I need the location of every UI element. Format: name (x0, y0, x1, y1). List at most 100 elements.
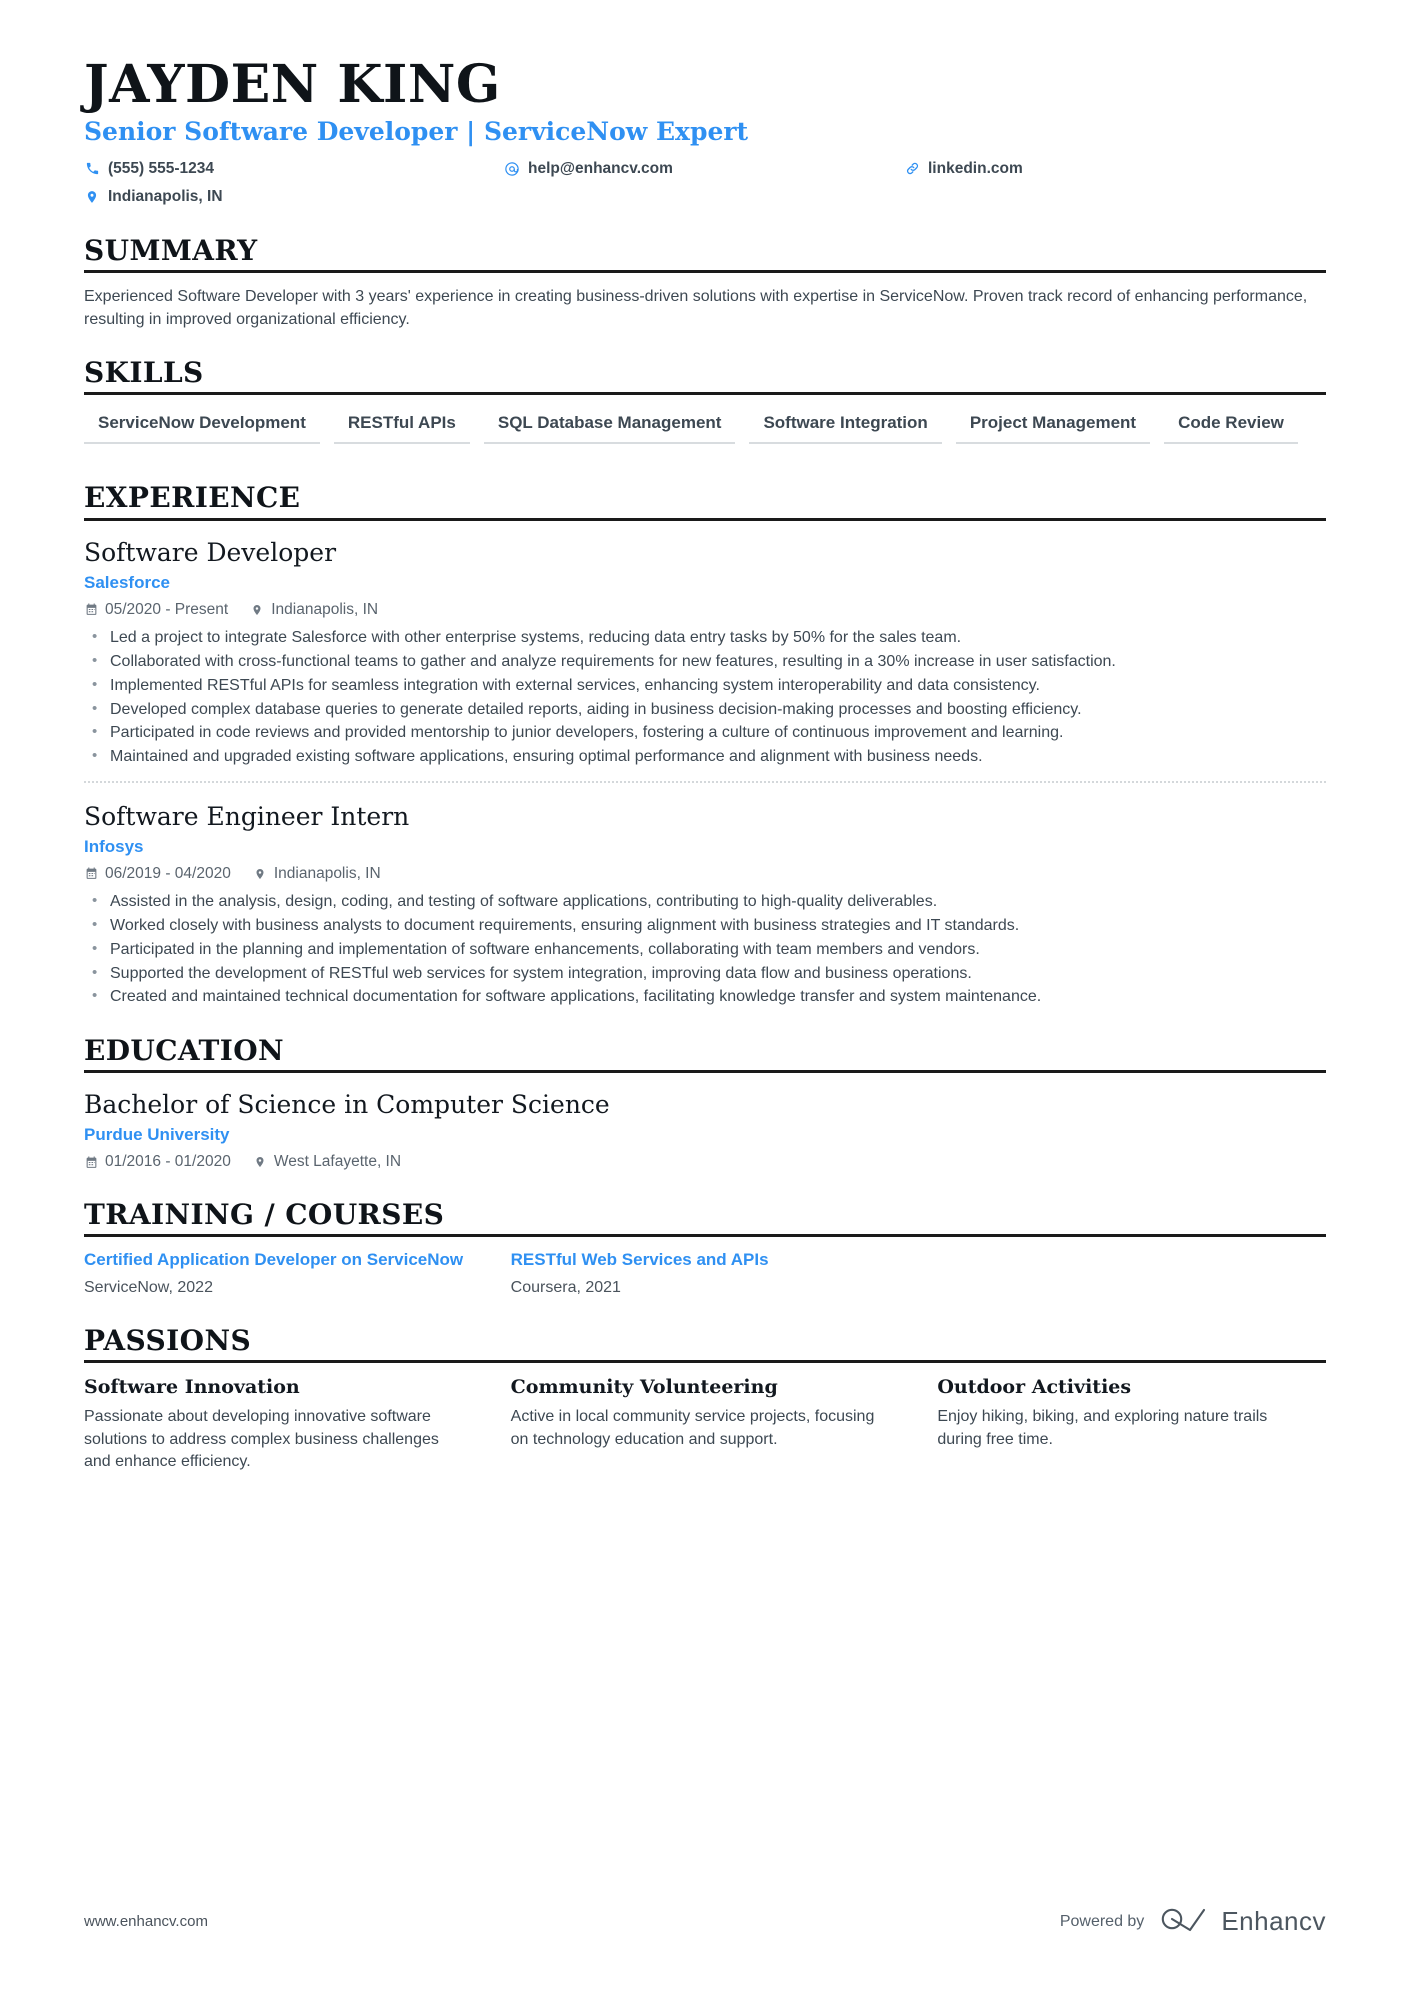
section-heading-passions: PASSIONS (84, 1323, 252, 1357)
passion-title: Community Volunteering (510, 1376, 778, 1399)
job-location-text: Indianapolis, IN (273, 864, 381, 882)
courses-list: Certified Application Developer on Servi… (84, 1249, 1326, 1299)
section-heading-skills: SKILLS (84, 356, 204, 390)
section-rule (84, 1070, 1326, 1074)
professional-tagline: Senior Software Developer | ServiceNow E… (84, 117, 749, 147)
enhancv-mark-icon (1160, 1904, 1212, 1939)
contact-phone-text: (555) 555-1234 (108, 160, 214, 178)
passion-entry: Community Volunteering Active in local c… (511, 1375, 900, 1474)
company-name: Salesforce (84, 572, 170, 592)
resume-header: JAYDEN KING Senior Software Developer | … (84, 56, 1326, 209)
job-bullets: Assisted in the analysis, design, coding… (84, 890, 1326, 1009)
calendar-icon (84, 1155, 98, 1169)
course-title: Certified Application Developer on Servi… (84, 1250, 464, 1270)
contact-email[interactable]: help@enhancv.com (504, 157, 904, 180)
course-entry-empty (937, 1249, 1326, 1299)
bullet-item: Maintained and upgraded existing softwar… (84, 745, 1326, 769)
section-summary: SUMMARY Experienced Software Developer w… (84, 234, 1326, 332)
experience-entry: Software Developer Salesforce 05/2020 - … (84, 533, 1326, 769)
job-location: Indianapolis, IN (250, 599, 378, 621)
entry-meta: 01/2016 - 01/2020 West Lafayette, IN (84, 1151, 1326, 1173)
passion-text: Passionate about developing innovative s… (84, 1407, 439, 1471)
passion-text: Active in local community service projec… (510, 1407, 875, 1448)
section-training: TRAINING / COURSES Certified Application… (84, 1197, 1326, 1299)
bullet-item: Implemented RESTful APIs for seamless in… (84, 674, 1326, 698)
section-rule (84, 1360, 1326, 1364)
section-heading-education: EDUCATION (84, 1034, 285, 1067)
contact-location-text: Indianapolis, IN (108, 188, 223, 206)
contact-location: Indianapolis, IN (84, 185, 504, 208)
job-dates: 06/2019 - 04/2020 (84, 863, 231, 885)
phone-icon (84, 161, 100, 177)
bullet-item: Assisted in the analysis, design, coding… (84, 890, 1326, 914)
location-icon (253, 867, 267, 881)
education-dates-text: 01/2016 - 01/2020 (105, 1153, 231, 1171)
company-name: Infosys (84, 836, 144, 856)
course-provider: ServiceNow, 2022 (84, 1278, 213, 1296)
education-location-text: West Lafayette, IN (273, 1153, 402, 1171)
enhancv-logo: Enhancv (1160, 1904, 1326, 1939)
education-dates: 01/2016 - 01/2020 (84, 1151, 231, 1173)
page-title: JAYDEN KING (84, 54, 501, 115)
section-rule (84, 392, 1326, 396)
summary-text: Experienced Software Developer with 3 ye… (84, 287, 1308, 329)
resume-footer: www.enhancv.com Powered by Enhancv (84, 1904, 1326, 1939)
passion-entry: Software Innovation Passionate about dev… (84, 1375, 473, 1474)
section-heading-training: TRAINING / COURSES (84, 1197, 445, 1231)
passion-text: Enjoy hiking, biking, and exploring natu… (937, 1407, 1268, 1448)
job-location-text: Indianapolis, IN (271, 600, 379, 618)
bullet-item: Created and maintained technical documen… (84, 985, 1326, 1009)
section-experience: EXPERIENCE Software Developer Salesforce… (84, 482, 1326, 1009)
bullet-item: Supported the development of RESTful web… (84, 962, 1326, 986)
section-skills: SKILLS ServiceNow Development RESTful AP… (84, 357, 1326, 456)
passion-title: Software Innovation (84, 1376, 300, 1399)
section-rule (84, 1234, 1326, 1238)
passion-entry: Outdoor Activities Enjoy hiking, biking,… (937, 1375, 1326, 1474)
link-icon (904, 161, 920, 177)
section-passions: PASSIONS Software Innovation Passionate … (84, 1323, 1326, 1474)
resume-page: JAYDEN KING Senior Software Developer | … (0, 0, 1410, 1995)
course-provider: Coursera, 2021 (510, 1278, 621, 1296)
skill-item: SQL Database Management (483, 407, 736, 445)
location-icon (253, 1155, 267, 1169)
job-location: Indianapolis, IN (253, 863, 381, 885)
job-title: Software Engineer Intern (84, 801, 410, 831)
contact-linkedin[interactable]: linkedin.com (904, 157, 1326, 180)
course-entry: RESTful Web Services and APIs Coursera, … (511, 1249, 900, 1299)
bullet-item: Led a project to integrate Salesforce wi… (84, 626, 1326, 650)
job-dates-text: 05/2020 - Present (105, 600, 229, 618)
location-icon (84, 189, 100, 205)
passions-list: Software Innovation Passionate about dev… (84, 1375, 1326, 1474)
education-location: West Lafayette, IN (253, 1151, 401, 1173)
education-entry: Bachelor of Science in Computer Science … (84, 1085, 1326, 1173)
skill-item: RESTful APIs (333, 407, 470, 445)
school-name: Purdue University (84, 1125, 230, 1145)
job-dates-text: 06/2019 - 04/2020 (105, 864, 231, 882)
contact-linkedin-text: linkedin.com (928, 160, 1023, 178)
bullet-item: Participated in the planning and impleme… (84, 938, 1326, 962)
contact-phone[interactable]: (555) 555-1234 (84, 157, 504, 180)
experience-entry: Software Engineer Intern Infosys 06/2019… (84, 797, 1326, 1009)
section-heading-experience: EXPERIENCE (84, 481, 301, 515)
skill-item: Code Review (1164, 407, 1298, 445)
bullet-item: Worked closely with business analysts to… (84, 914, 1326, 938)
contact-email-text: help@enhancv.com (528, 160, 673, 178)
course-title: RESTful Web Services and APIs (510, 1250, 769, 1270)
passion-title: Outdoor Activities (937, 1376, 1132, 1399)
section-rule (84, 269, 1326, 273)
entry-meta: 06/2019 - 04/2020 Indianapolis, IN (84, 863, 1326, 885)
footer-url[interactable]: www.enhancv.com (84, 1913, 208, 1930)
section-rule (84, 517, 1326, 521)
contact-info: (555) 555-1234 help@enhancv.com linkedin… (84, 157, 1326, 209)
job-title: Software Developer (84, 537, 337, 567)
calendar-icon (84, 603, 98, 617)
section-education: EDUCATION Bachelor of Science in Compute… (84, 1034, 1326, 1173)
degree-title: Bachelor of Science in Computer Science (84, 1090, 610, 1120)
entry-divider (84, 780, 1326, 783)
footer-brand: Powered by Enhancv (1060, 1904, 1326, 1939)
skill-item: Project Management (955, 407, 1151, 445)
skill-item: Software Integration (749, 407, 942, 445)
bullet-item: Participated in code reviews and provide… (84, 721, 1326, 745)
footer-powered-by: Powered by (1059, 1912, 1145, 1930)
location-icon (250, 603, 264, 617)
